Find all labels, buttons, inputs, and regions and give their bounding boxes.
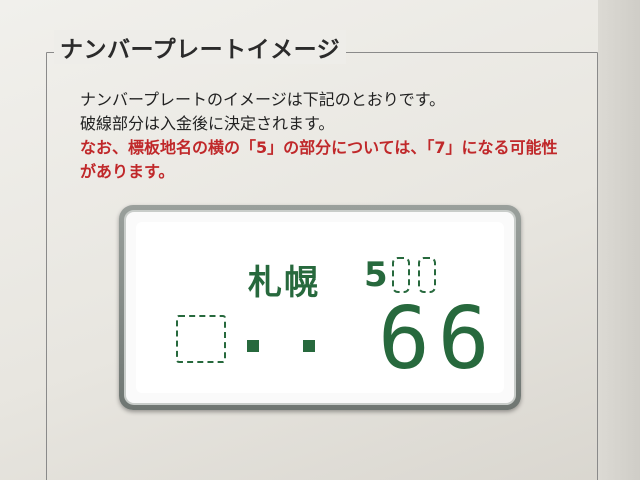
description-line-2: 破線部分は入金後に決定されます。 xyxy=(80,114,335,133)
plate-region-name: 札幌 xyxy=(248,263,320,303)
window-edge xyxy=(598,0,640,480)
plate-face: 札幌 5 66 xyxy=(136,222,504,393)
warning-note: なお、標板地名の横の「5」の部分については、「7」になる可能性があります。 xyxy=(80,138,558,181)
serial-dot-2 xyxy=(303,340,315,352)
class-digit-placeholder-1 xyxy=(392,257,410,293)
screen: ナンバープレートイメージ ナンバープレートのイメージは下記のとおりです。 破線部… xyxy=(0,0,640,480)
plate-frame: 札幌 5 66 xyxy=(124,210,516,405)
panel-title: ナンバープレートイメージ xyxy=(54,30,347,64)
plate-serial-number: 66 xyxy=(378,289,498,389)
hiragana-placeholder xyxy=(176,315,226,363)
class-digit-placeholder-2 xyxy=(418,257,436,293)
license-plate: 札幌 5 66 xyxy=(119,205,521,410)
serial-dot-1 xyxy=(247,340,259,352)
description: ナンバープレートのイメージは下記のとおりです。 破線部分は入金後に決定されます。… xyxy=(80,88,580,184)
description-line-1: ナンバープレートのイメージは下記のとおりです。 xyxy=(80,90,446,109)
